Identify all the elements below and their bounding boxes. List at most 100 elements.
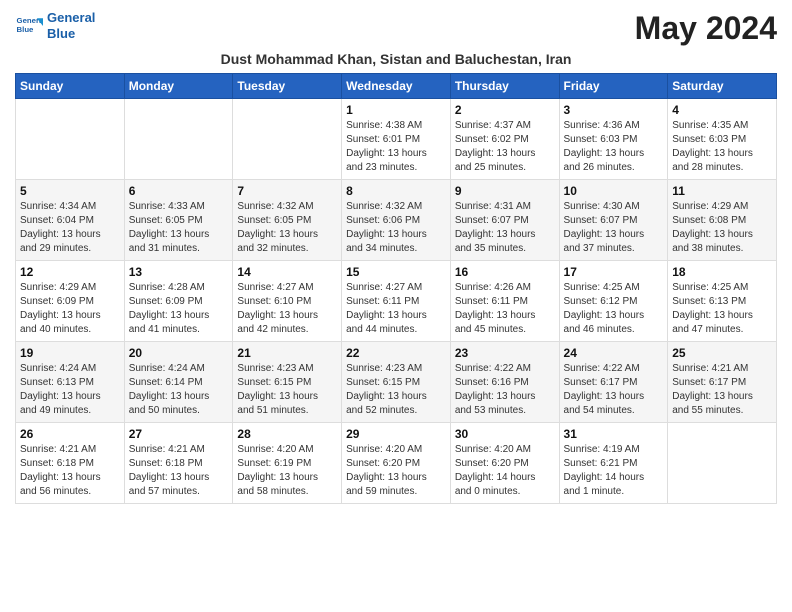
calendar-cell: 17 Sunrise: 4:25 AM Sunset: 6:12 PM Dayli… xyxy=(559,261,668,342)
calendar-cell: 15 Sunrise: 4:27 AM Sunset: 6:11 PM Dayli… xyxy=(342,261,451,342)
day-number: 29 xyxy=(346,427,446,441)
calendar-cell: 26 Sunrise: 4:21 AM Sunset: 6:18 PM Dayli… xyxy=(16,423,125,504)
day-info: Sunrise: 4:38 AM Sunset: 6:01 PM Dayligh… xyxy=(346,119,446,175)
calendar-cell: 30Sunrise: 4:20 AM Sunset: 6:20 PM Dayli… xyxy=(450,423,559,504)
day-number: 17 xyxy=(564,265,664,279)
day-number: 10 xyxy=(564,184,664,198)
logo: General Blue General Blue xyxy=(15,10,95,41)
month-title: May 2024 xyxy=(635,10,777,47)
day-number: 26 xyxy=(20,427,120,441)
day-info: Sunrise: 4:20 AM Sunset: 6:19 PM Dayligh… xyxy=(237,443,337,499)
day-number: 6 xyxy=(129,184,229,198)
weekday-header-friday: Friday xyxy=(559,74,668,99)
day-info: Sunrise: 4:27 AM Sunset: 6:10 PM Dayligh… xyxy=(237,281,337,337)
logo-line2: Blue xyxy=(47,26,75,41)
day-info: Sunrise: 4:25 AM Sunset: 6:13 PM Dayligh… xyxy=(672,281,772,337)
calendar-cell: 25 Sunrise: 4:21 AM Sunset: 6:17 PM Dayli… xyxy=(668,342,777,423)
day-info: Sunrise: 4:29 AM Sunset: 6:09 PM Dayligh… xyxy=(20,281,120,337)
day-info: Sunrise: 4:20 AM Sunset: 6:20 PM Dayligh… xyxy=(346,443,446,499)
day-number: 5 xyxy=(20,184,120,198)
calendar-table: SundayMondayTuesdayWednesdayThursdayFrid… xyxy=(15,73,777,504)
logo-line1: General xyxy=(47,10,95,25)
calendar-week-row: 5 Sunrise: 4:34 AM Sunset: 6:04 PM Daylig… xyxy=(16,180,777,261)
day-number: 7 xyxy=(237,184,337,198)
day-number: 24 xyxy=(564,346,664,360)
day-number: 3 xyxy=(564,103,664,117)
calendar-cell: 8 Sunrise: 4:32 AM Sunset: 6:06 PM Daylig… xyxy=(342,180,451,261)
day-info: Sunrise: 4:29 AM Sunset: 6:08 PM Dayligh… xyxy=(672,200,772,256)
calendar-week-row: 19 Sunrise: 4:24 AM Sunset: 6:13 PM Dayli… xyxy=(16,342,777,423)
calendar-cell: 28Sunrise: 4:20 AM Sunset: 6:19 PM Dayli… xyxy=(233,423,342,504)
calendar-cell: 7 Sunrise: 4:32 AM Sunset: 6:05 PM Daylig… xyxy=(233,180,342,261)
page-subtitle: Dust Mohammad Khan, Sistan and Baluchest… xyxy=(15,51,777,67)
day-info: Sunrise: 4:34 AM Sunset: 6:04 PM Dayligh… xyxy=(20,200,120,256)
weekday-header-monday: Monday xyxy=(124,74,233,99)
day-number: 21 xyxy=(237,346,337,360)
day-info: Sunrise: 4:37 AM Sunset: 6:02 PM Dayligh… xyxy=(455,119,555,175)
day-number: 22 xyxy=(346,346,446,360)
logo-icon: General Blue xyxy=(15,12,43,40)
day-number: 4 xyxy=(672,103,772,117)
day-info: Sunrise: 4:21 AM Sunset: 6:17 PM Dayligh… xyxy=(672,362,772,418)
day-info: Sunrise: 4:27 AM Sunset: 6:11 PM Dayligh… xyxy=(346,281,446,337)
day-number: 23 xyxy=(455,346,555,360)
day-info: Sunrise: 4:30 AM Sunset: 6:07 PM Dayligh… xyxy=(564,200,664,256)
calendar-cell: 19 Sunrise: 4:24 AM Sunset: 6:13 PM Dayli… xyxy=(16,342,125,423)
day-number: 12 xyxy=(20,265,120,279)
day-info: Sunrise: 4:28 AM Sunset: 6:09 PM Dayligh… xyxy=(129,281,229,337)
day-number: 9 xyxy=(455,184,555,198)
calendar-cell: 12 Sunrise: 4:29 AM Sunset: 6:09 PM Dayli… xyxy=(16,261,125,342)
day-number: 16 xyxy=(455,265,555,279)
calendar-cell: 18 Sunrise: 4:25 AM Sunset: 6:13 PM Dayli… xyxy=(668,261,777,342)
day-number: 15 xyxy=(346,265,446,279)
calendar-cell xyxy=(233,99,342,180)
day-info: Sunrise: 4:21 AM Sunset: 6:18 PM Dayligh… xyxy=(20,443,120,499)
day-number: 11 xyxy=(672,184,772,198)
weekday-header-tuesday: Tuesday xyxy=(233,74,342,99)
day-info: Sunrise: 4:35 AM Sunset: 6:03 PM Dayligh… xyxy=(672,119,772,175)
calendar-cell: 11 Sunrise: 4:29 AM Sunset: 6:08 PM Dayli… xyxy=(668,180,777,261)
calendar-week-row: 1 Sunrise: 4:38 AM Sunset: 6:01 PM Daylig… xyxy=(16,99,777,180)
day-info: Sunrise: 4:23 AM Sunset: 6:15 PM Dayligh… xyxy=(346,362,446,418)
calendar-cell: 31 Sunrise: 4:19 AM Sunset: 6:21 PM Dayli… xyxy=(559,423,668,504)
day-info: Sunrise: 4:32 AM Sunset: 6:05 PM Dayligh… xyxy=(237,200,337,256)
calendar-cell: 6 Sunrise: 4:33 AM Sunset: 6:05 PM Daylig… xyxy=(124,180,233,261)
day-number: 19 xyxy=(20,346,120,360)
day-info: Sunrise: 4:19 AM Sunset: 6:21 PM Dayligh… xyxy=(564,443,664,499)
day-info: Sunrise: 4:22 AM Sunset: 6:17 PM Dayligh… xyxy=(564,362,664,418)
weekday-header-thursday: Thursday xyxy=(450,74,559,99)
calendar-cell: 27Sunrise: 4:21 AM Sunset: 6:18 PM Dayli… xyxy=(124,423,233,504)
calendar-cell: 13 Sunrise: 4:28 AM Sunset: 6:09 PM Dayli… xyxy=(124,261,233,342)
day-info: Sunrise: 4:24 AM Sunset: 6:14 PM Dayligh… xyxy=(129,362,229,418)
day-number: 14 xyxy=(237,265,337,279)
calendar-cell: 10 Sunrise: 4:30 AM Sunset: 6:07 PM Dayli… xyxy=(559,180,668,261)
calendar-week-row: 26 Sunrise: 4:21 AM Sunset: 6:18 PM Dayli… xyxy=(16,423,777,504)
day-number: 18 xyxy=(672,265,772,279)
calendar-cell: 14 Sunrise: 4:27 AM Sunset: 6:10 PM Dayli… xyxy=(233,261,342,342)
calendar-cell xyxy=(124,99,233,180)
day-info: Sunrise: 4:25 AM Sunset: 6:12 PM Dayligh… xyxy=(564,281,664,337)
day-number: 1 xyxy=(346,103,446,117)
calendar-cell: 22 Sunrise: 4:23 AM Sunset: 6:15 PM Dayli… xyxy=(342,342,451,423)
calendar-cell: 3Sunrise: 4:36 AM Sunset: 6:03 PM Daylig… xyxy=(559,99,668,180)
calendar-cell: 2Sunrise: 4:37 AM Sunset: 6:02 PM Daylig… xyxy=(450,99,559,180)
svg-text:Blue: Blue xyxy=(17,25,35,34)
day-number: 25 xyxy=(672,346,772,360)
day-number: 31 xyxy=(564,427,664,441)
calendar-week-row: 12 Sunrise: 4:29 AM Sunset: 6:09 PM Dayli… xyxy=(16,261,777,342)
calendar-cell: 24 Sunrise: 4:22 AM Sunset: 6:17 PM Dayli… xyxy=(559,342,668,423)
day-info: Sunrise: 4:26 AM Sunset: 6:11 PM Dayligh… xyxy=(455,281,555,337)
day-info: Sunrise: 4:21 AM Sunset: 6:18 PM Dayligh… xyxy=(129,443,229,499)
calendar-cell: 20Sunrise: 4:24 AM Sunset: 6:14 PM Dayli… xyxy=(124,342,233,423)
calendar-cell: 5 Sunrise: 4:34 AM Sunset: 6:04 PM Daylig… xyxy=(16,180,125,261)
calendar-cell: 29 Sunrise: 4:20 AM Sunset: 6:20 PM Dayli… xyxy=(342,423,451,504)
day-info: Sunrise: 4:20 AM Sunset: 6:20 PM Dayligh… xyxy=(455,443,555,499)
weekday-header-sunday: Sunday xyxy=(16,74,125,99)
calendar-cell: 4 Sunrise: 4:35 AM Sunset: 6:03 PM Daylig… xyxy=(668,99,777,180)
day-number: 8 xyxy=(346,184,446,198)
day-info: Sunrise: 4:32 AM Sunset: 6:06 PM Dayligh… xyxy=(346,200,446,256)
day-number: 13 xyxy=(129,265,229,279)
day-info: Sunrise: 4:24 AM Sunset: 6:13 PM Dayligh… xyxy=(20,362,120,418)
day-info: Sunrise: 4:33 AM Sunset: 6:05 PM Dayligh… xyxy=(129,200,229,256)
day-info: Sunrise: 4:31 AM Sunset: 6:07 PM Dayligh… xyxy=(455,200,555,256)
